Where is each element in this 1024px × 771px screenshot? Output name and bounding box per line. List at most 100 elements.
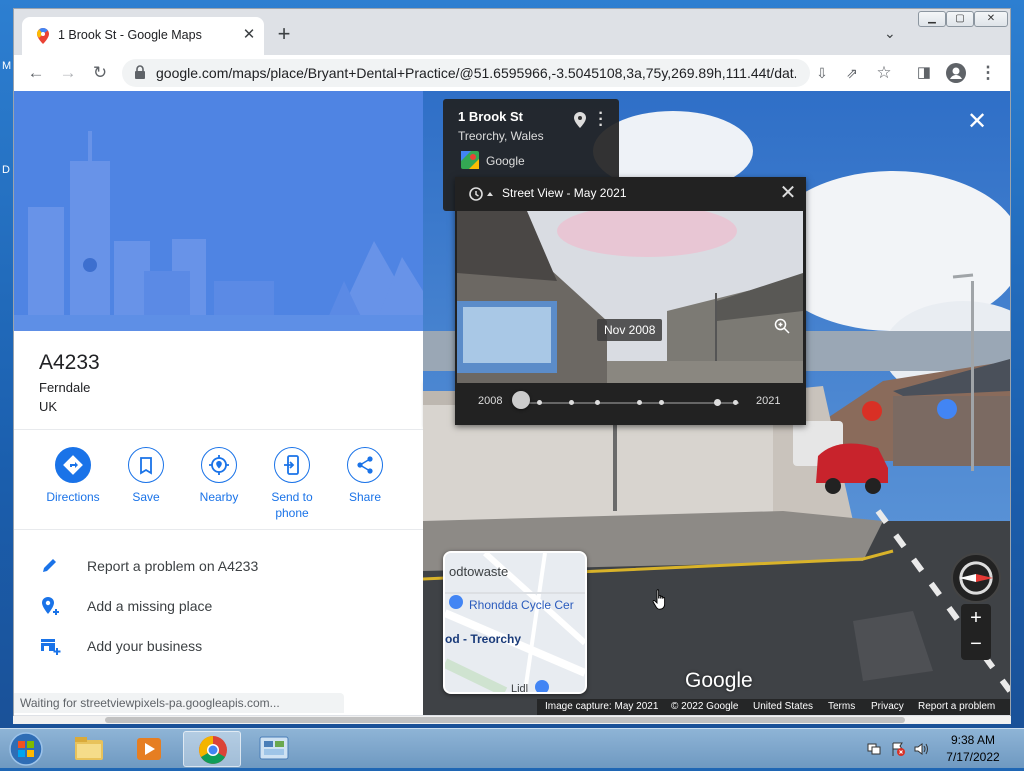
timeline-tick[interactable] [733, 400, 738, 405]
clock-date[interactable]: 7/17/2022 [944, 750, 1002, 764]
terms-link[interactable]: Terms [828, 701, 855, 712]
nearby-icon [209, 455, 229, 475]
timeline-tick[interactable] [569, 400, 574, 405]
save-button[interactable]: Save [110, 447, 182, 505]
country-link[interactable]: United States [753, 701, 813, 712]
profile-avatar-icon[interactable] [944, 61, 968, 85]
info-card-source: Google [486, 154, 525, 168]
tab-title: 1 Brook St - Google Maps [58, 28, 202, 42]
nearby-button[interactable]: Nearby [183, 447, 255, 505]
timeline-tick[interactable] [537, 400, 542, 405]
zoom-out-button[interactable]: − [961, 632, 991, 660]
control-panel-taskbar-button[interactable] [245, 731, 303, 767]
close-street-view-icon[interactable]: ✕ [964, 109, 990, 135]
loading-status: Waiting for streetviewpixels-pa.googleap… [14, 693, 344, 713]
control-panel-icon [259, 736, 289, 760]
tab-strip: 1 Brook St - Google Maps ✕ + ⌄ ▁ ▢ ✕ [14, 9, 1010, 55]
chrome-icon [199, 736, 227, 764]
add-business-row[interactable]: Add your business [39, 634, 399, 658]
street-view[interactable]: 1 Brook St Treorchy, Wales · · · Google ✕ … [423, 91, 1010, 715]
timeline-tick[interactable] [637, 400, 642, 405]
timeline-tick-current[interactable] [714, 399, 721, 406]
directions-button[interactable]: Directions [37, 447, 109, 505]
add-business-icon [41, 639, 61, 655]
minimap[interactable]: odtowaste Rhondda Cycle Cer od - Treorch… [443, 551, 587, 694]
compass-button[interactable] [951, 553, 1001, 603]
send-to-phone-label: Send to phone [271, 490, 313, 520]
zoom-in-button[interactable]: + [961, 604, 991, 632]
historical-preview-image[interactable] [457, 211, 803, 383]
close-time-machine-icon[interactable]: ✕ [777, 182, 799, 204]
chrome-taskbar-button[interactable] [183, 731, 241, 767]
report-problem-link[interactable]: Report a problem [918, 701, 995, 712]
folder-icon [75, 737, 103, 760]
place-country: UK [39, 399, 58, 414]
bookmark-star-icon[interactable]: ☆ [872, 61, 896, 85]
timeline-track[interactable] [517, 399, 739, 406]
file-explorer-taskbar-button[interactable] [60, 731, 118, 767]
place-locality: Ferndale [39, 380, 91, 395]
browser-tab[interactable]: 1 Brook St - Google Maps ✕ [22, 17, 264, 55]
clock-time[interactable]: 9:38 AM [950, 733, 996, 747]
back-icon[interactable]: ← [24, 61, 48, 85]
close-window-button[interactable]: ✕ [974, 11, 1008, 27]
url-text: google.com/maps/place/Bryant+Dental+Prac… [156, 65, 796, 81]
timeline-tick[interactable] [595, 400, 600, 405]
start-button[interactable] [6, 730, 46, 768]
minimap-label: od - Treorchy [445, 632, 521, 646]
side-panel-icon[interactable]: ◨ [912, 61, 936, 85]
share-icon [357, 456, 373, 474]
close-tab-icon[interactable]: ✕ [240, 26, 258, 44]
location-pin-icon[interactable] [574, 112, 586, 128]
history-icon[interactable] [467, 185, 495, 203]
media-player-taskbar-button[interactable] [120, 731, 178, 767]
pencil-icon [43, 559, 56, 572]
preview-date-label: Nov 2008 [597, 319, 663, 341]
media-player-icon [137, 738, 161, 760]
timeline-tick[interactable] [659, 400, 664, 405]
copyright: © 2022 Google [671, 701, 739, 712]
minimize-button[interactable]: ▁ [918, 11, 946, 27]
image-capture-date: Image capture: May 2021 [545, 701, 659, 712]
horizontal-scrollbar[interactable] [13, 716, 1011, 724]
directions-icon [63, 455, 83, 475]
timeline-slider-thumb[interactable] [512, 391, 530, 409]
share-page-icon[interactable]: ⇗ [840, 61, 864, 85]
browser-window: 1 Brook St - Google Maps ✕ + ⌄ ▁ ▢ ✕ ← →… [13, 8, 1011, 720]
share-button[interactable]: Share [329, 447, 401, 505]
share-label: Share [348, 490, 382, 504]
address-bar[interactable]: google.com/maps/place/Bryant+Dental+Prac… [122, 59, 810, 87]
reload-icon[interactable]: ↻ [88, 61, 112, 85]
time-machine-title: Street View - May 2021 [502, 186, 627, 200]
lock-icon [135, 65, 145, 79]
send-to-phone-button[interactable]: Send to phone [256, 447, 328, 521]
new-tab-button[interactable]: + [272, 23, 296, 47]
maximize-button[interactable]: ▢ [946, 11, 974, 27]
network-icon[interactable] [866, 741, 882, 757]
privacy-link[interactable]: Privacy [871, 701, 904, 712]
browser-menu-icon[interactable]: ⋮ [976, 61, 1000, 85]
google-maps-logo-icon [461, 151, 479, 169]
tab-search-icon[interactable]: ⌄ [884, 25, 896, 42]
browser-toolbar: ← → ↻ google.com/maps/place/Bryant+Denta… [14, 55, 1010, 91]
divider [14, 429, 423, 430]
more-options-icon[interactable]: · · · [597, 106, 605, 134]
install-app-icon[interactable]: ⇩ [810, 61, 834, 85]
zoom-in-preview-icon[interactable] [773, 317, 791, 335]
maps-content: A4233 Ferndale UK Directions Save Nearby… [14, 91, 1010, 715]
hand-cursor-icon [652, 589, 666, 610]
report-problem-row[interactable]: Report a problem on A4233 [39, 554, 399, 578]
send-to-phone-icon [284, 455, 299, 475]
add-missing-place-row[interactable]: Add a missing place [39, 594, 399, 618]
bookmark-icon [140, 457, 152, 475]
timeline-start-year: 2008 [478, 395, 503, 407]
action-center-flag-icon[interactable] [890, 741, 906, 757]
report-problem-label: Report a problem on A4233 [87, 558, 259, 574]
compass-icon [959, 561, 993, 595]
add-location-icon [42, 597, 59, 615]
hero-illustration [14, 91, 423, 331]
info-card-title: 1 Brook St [458, 109, 524, 124]
divider [14, 529, 423, 530]
forward-icon[interactable]: → [56, 61, 80, 85]
volume-icon[interactable] [913, 741, 929, 757]
